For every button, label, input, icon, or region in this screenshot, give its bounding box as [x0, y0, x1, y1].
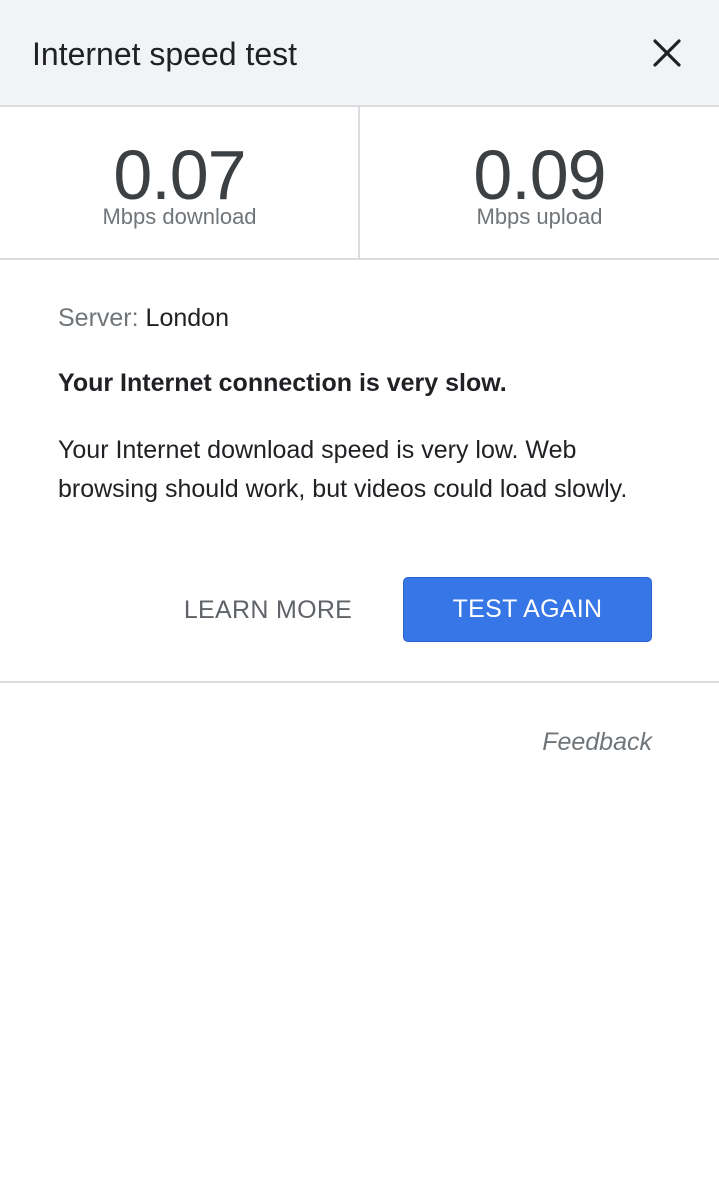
connection-headline: Your Internet connection is very slow.: [58, 369, 507, 397]
upload-speed-value: 0.09: [473, 136, 606, 214]
learn-more-button[interactable]: LEARN MORE: [170, 590, 366, 630]
download-speed-label: Mbps download: [102, 204, 257, 229]
test-again-button[interactable]: TEST AGAIN: [403, 577, 652, 642]
upload-result: 0.09 Mbps upload: [360, 107, 719, 258]
close-button[interactable]: [644, 30, 690, 76]
download-result: 0.07 Mbps download: [0, 107, 359, 258]
feedback-link[interactable]: Feedback: [520, 725, 652, 759]
connection-description: Your Internet download speed is very low…: [58, 436, 628, 503]
result-details: Server: London Your Internet connection …: [0, 260, 719, 683]
server-label: Server:: [58, 304, 139, 332]
download-speed-value: 0.07: [113, 136, 246, 214]
dialog-title: Internet speed test: [32, 36, 298, 72]
speed-results: 0.07 Mbps download 0.09 Mbps upload: [0, 107, 719, 260]
server-info: Server: London: [58, 302, 229, 334]
close-icon: [653, 39, 681, 67]
dialog-header: Internet speed test: [0, 0, 719, 107]
upload-speed-label: Mbps upload: [476, 204, 603, 229]
server-location: London: [145, 304, 229, 332]
